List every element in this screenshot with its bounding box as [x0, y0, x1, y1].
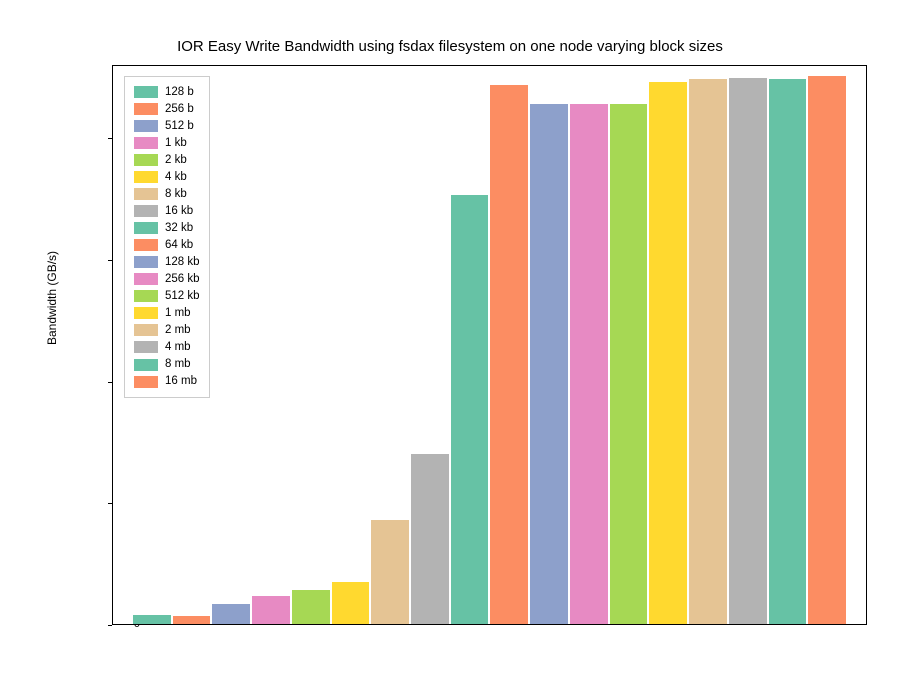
bar: [252, 596, 290, 625]
legend-label: 512 b: [165, 119, 194, 135]
legend-label: 16 kb: [165, 204, 193, 220]
legend-label: 256 b: [165, 102, 194, 118]
legend-item: 256 kb: [134, 272, 200, 288]
legend-swatch: [134, 290, 158, 302]
legend-swatch: [134, 273, 158, 285]
legend-swatch: [134, 359, 158, 371]
legend-swatch: [134, 307, 158, 319]
legend-swatch: [134, 376, 158, 388]
legend-swatch: [134, 154, 158, 166]
legend-label: 1 mb: [165, 306, 191, 322]
bar: [411, 454, 449, 624]
legend-item: 512 b: [134, 119, 200, 135]
y-tick-mark: [108, 625, 112, 626]
legend-swatch: [134, 205, 158, 217]
legend-item: 2 kb: [134, 153, 200, 169]
legend-label: 32 kb: [165, 221, 193, 237]
legend-label: 128 b: [165, 85, 194, 101]
legend-label: 2 mb: [165, 323, 191, 339]
bars-container: [113, 66, 866, 624]
legend-label: 2 kb: [165, 153, 187, 169]
bar: [212, 604, 250, 624]
bar: [729, 78, 767, 624]
legend-item: 256 b: [134, 102, 200, 118]
legend-label: 16 mb: [165, 374, 197, 390]
bar: [173, 616, 211, 624]
legend-swatch: [134, 103, 158, 115]
legend-item: 8 kb: [134, 187, 200, 203]
legend-swatch: [134, 341, 158, 353]
legend-label: 64 kb: [165, 238, 193, 254]
legend-swatch: [134, 137, 158, 149]
legend-item: 8 mb: [134, 357, 200, 373]
legend-item: 1 mb: [134, 306, 200, 322]
legend-item: 4 kb: [134, 170, 200, 186]
bar: [490, 85, 528, 624]
legend-label: 128 kb: [165, 255, 200, 271]
chart-title: IOR Easy Write Bandwidth using fsdax fil…: [0, 38, 900, 55]
legend-swatch: [134, 256, 158, 268]
legend-item: 1 kb: [134, 136, 200, 152]
bar: [292, 590, 330, 624]
legend-swatch: [134, 86, 158, 98]
legend-label: 8 mb: [165, 357, 191, 373]
legend-label: 4 kb: [165, 170, 187, 186]
legend-label: 512 kb: [165, 289, 200, 305]
bar: [332, 582, 370, 624]
legend: 128 b256 b512 b1 kb2 kb4 kb8 kb16 kb32 k…: [124, 76, 210, 398]
legend-label: 4 mb: [165, 340, 191, 356]
legend-label: 8 kb: [165, 187, 187, 203]
legend-swatch: [134, 222, 158, 234]
legend-swatch: [134, 171, 158, 183]
legend-item: 32 kb: [134, 221, 200, 237]
legend-label: 1 kb: [165, 136, 187, 152]
bar: [769, 79, 807, 624]
bar: [133, 615, 171, 624]
bar: [570, 104, 608, 624]
bar: [649, 82, 687, 624]
legend-item: 512 kb: [134, 289, 200, 305]
legend-item: 128 kb: [134, 255, 200, 271]
legend-item: 64 kb: [134, 238, 200, 254]
legend-swatch: [134, 324, 158, 336]
legend-swatch: [134, 239, 158, 251]
bar: [530, 104, 568, 624]
plot-area: [112, 65, 867, 625]
y-axis-label: Bandwidth (GB/s): [45, 251, 59, 345]
legend-label: 256 kb: [165, 272, 200, 288]
legend-item: 16 kb: [134, 204, 200, 220]
legend-swatch: [134, 188, 158, 200]
bar: [689, 79, 727, 624]
bar: [610, 104, 648, 624]
bar: [451, 195, 489, 624]
legend-item: 4 mb: [134, 340, 200, 356]
bar: [808, 76, 846, 624]
legend-item: 16 mb: [134, 374, 200, 390]
legend-swatch: [134, 120, 158, 132]
legend-item: 128 b: [134, 85, 200, 101]
legend-item: 2 mb: [134, 323, 200, 339]
bar: [371, 520, 409, 624]
